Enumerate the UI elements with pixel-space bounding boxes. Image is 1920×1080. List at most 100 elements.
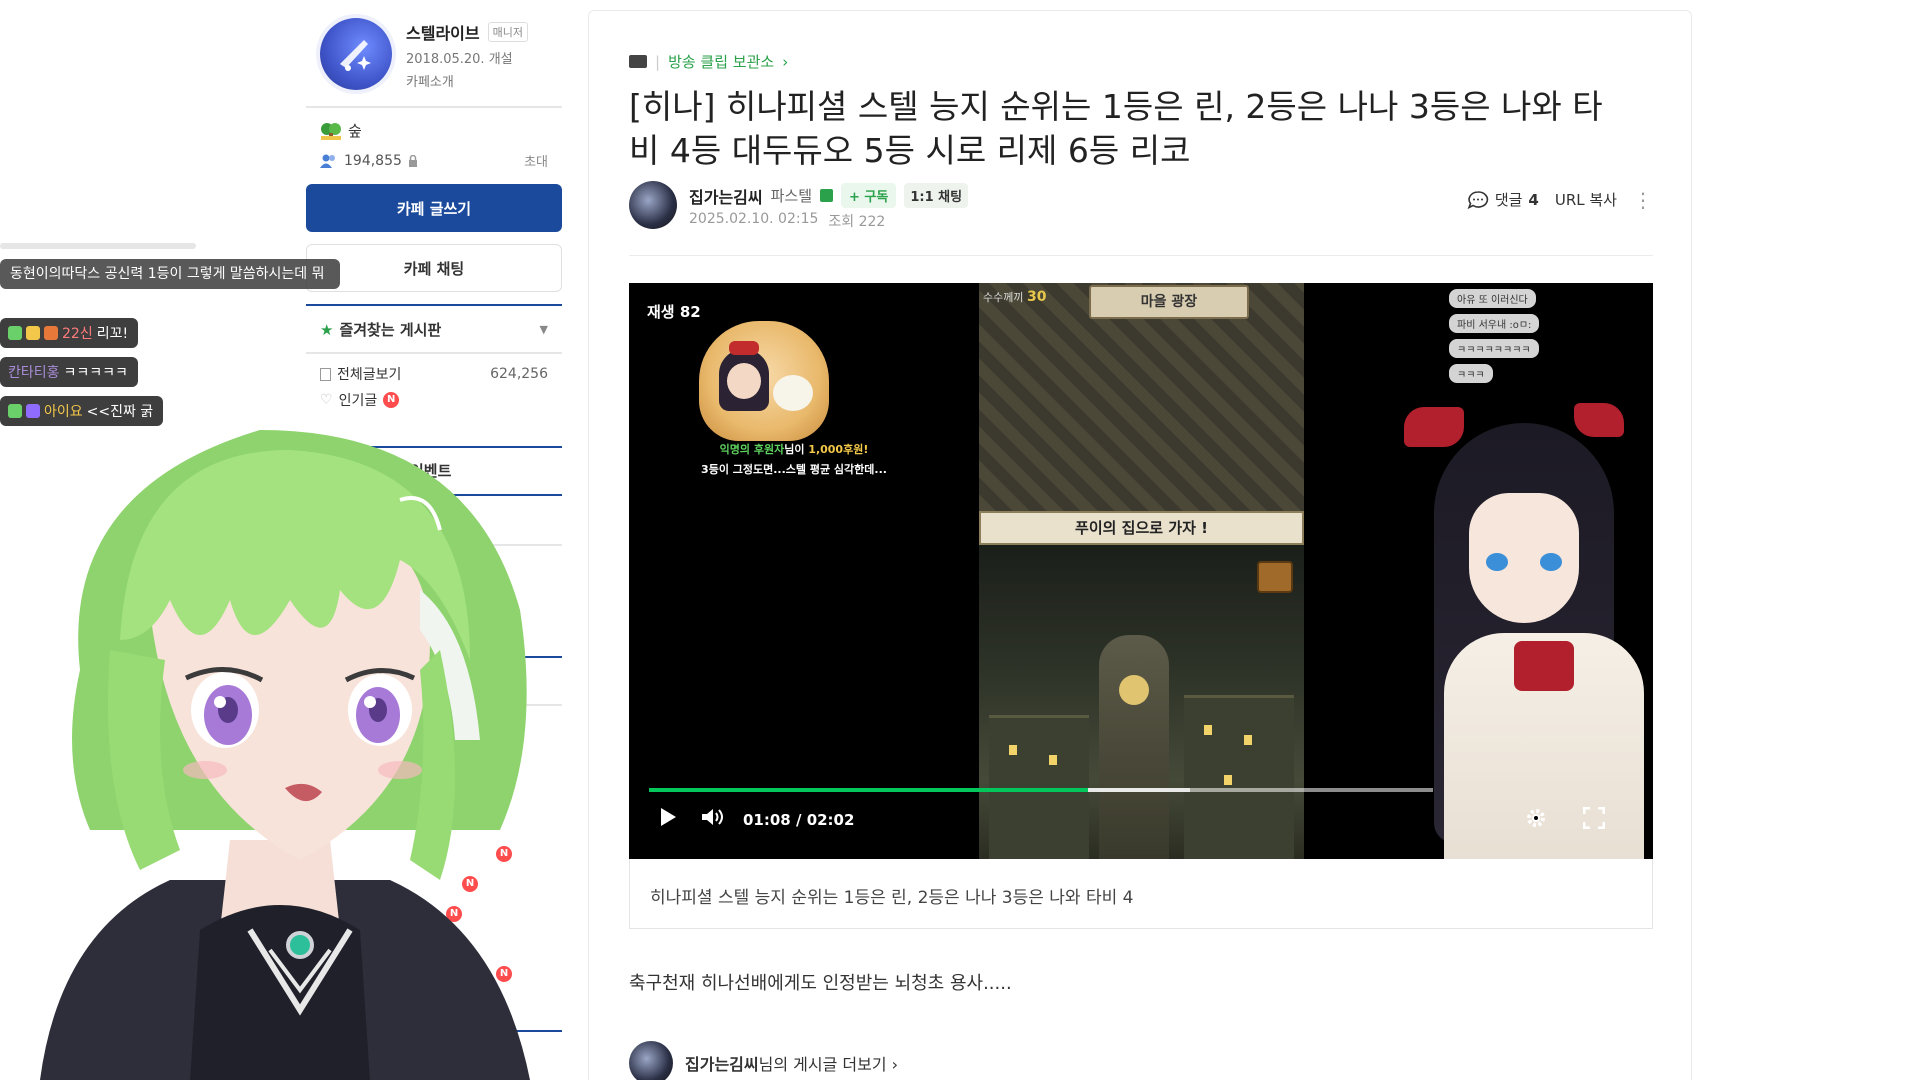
post-body: 축구천재 히나선배에게도 인정받는 뇌청초 용사..... — [629, 973, 1012, 994]
cafe-logo[interactable] — [320, 18, 392, 90]
donor-name: 익명의 후원자 — [719, 443, 785, 456]
author-name: 집가는김씨 — [685, 1055, 759, 1074]
video-caption: 히나피셜 스텔 능지 순위는 1등은 린, 2등은 나나 3등은 나와 타비 4 — [629, 859, 1653, 929]
overlay-chat-message: 아이요 <<진짜 굵 — [0, 396, 164, 426]
member-count[interactable]: 194,855 — [344, 153, 402, 169]
cafe-chat-button[interactable]: 카페 채팅 — [306, 244, 562, 292]
post-title: [히나] 히나피셜 스텔 능지 순위는 1등은 린, 2등은 나나 3등은 나와… — [629, 87, 1603, 170]
donation-amount: 1,000후원! — [808, 443, 869, 456]
chevron-right-icon: › — [782, 52, 789, 71]
board-icon — [629, 55, 647, 68]
cafe-level: 숲 — [306, 120, 562, 141]
new-badge: N — [496, 966, 512, 982]
duration: 02:02 — [806, 811, 855, 829]
section-divider — [306, 1030, 562, 1032]
chat-bubble: 아유 또 이러신다 — [1449, 289, 1536, 308]
overlay-chat-message: 칸타티홍 ㅋㅋㅋㅋㅋ — [0, 357, 138, 387]
star-icon: ★ — [320, 320, 334, 339]
progress-fill — [649, 788, 1089, 792]
author-name[interactable]: 집가는김씨 — [689, 184, 763, 208]
game-location: 마을 광장 — [1089, 285, 1249, 319]
new-badge: N — [446, 906, 462, 922]
tree-icon — [321, 122, 341, 140]
game-screen: 수수께끼 30 마을 광장 푸이의 집으로 가자 ! — [979, 283, 1304, 859]
gift-icon — [44, 326, 58, 340]
url-copy-button[interactable]: URL 복사 — [1555, 189, 1617, 210]
favorite-boards-toggle[interactable]: ★ 즐겨찾는 게시판 ▼ — [306, 304, 562, 354]
author-grade: 파스텔 — [770, 187, 813, 205]
author-row: 집가는김씨 파스텔 + 구독 1:1 채팅 2025.02.10. 02:15 … — [629, 181, 1653, 233]
heart-icon: ♡ — [320, 392, 333, 408]
section-divider — [306, 704, 562, 706]
post-date: 2025.02.10. 02:15 — [689, 211, 819, 227]
game-coins: 수수께끼 30 — [983, 289, 1047, 305]
chat-scroll-indicator — [0, 243, 196, 249]
cafe-name[interactable]: 스텔라이브 — [406, 20, 480, 44]
chest-icon — [1257, 561, 1293, 593]
more-posts-label: 님의 게시글 더보기 — [758, 1055, 887, 1074]
sidebar-item-all-posts[interactable]: 전체글보기 624,256 — [306, 354, 562, 384]
dm-chat-button[interactable]: 1:1 채팅 — [904, 183, 969, 208]
new-badge: N — [383, 392, 400, 408]
subscribe-button[interactable]: + 구독 — [841, 183, 897, 208]
heart-icon — [26, 404, 40, 418]
comments-link[interactable]: 댓글 4 — [1467, 189, 1539, 210]
section-divider — [306, 544, 562, 546]
volume-icon[interactable] — [701, 807, 725, 827]
author-avatar[interactable] — [629, 1041, 673, 1080]
author-more-posts[interactable]: 집가는김씨님의 게시글 더보기 › — [629, 1041, 898, 1080]
article-panel: | 방송 클립 보관소 › [히나] 히나피셜 스텔 능지 순위는 1등은 린,… — [588, 10, 1692, 1080]
chat-bubble: ㅋㅋㅋ — [1449, 364, 1493, 383]
settings-gear-icon[interactable] — [1525, 807, 1547, 829]
post-views: 조회 222 — [828, 214, 886, 230]
comment-icon — [1467, 190, 1488, 209]
cafe-members: 194,855 초대 — [306, 141, 562, 170]
divider — [629, 255, 1653, 256]
sidebar-item-event[interactable]: 이벤트 — [410, 460, 451, 481]
cafe-intro-link[interactable]: 카페소개 — [406, 71, 528, 90]
all-posts-count: 624,256 — [490, 366, 548, 382]
cafe-sidebar: 스텔라이브 매니저 2018.05.20. 개설 카페소개 숲 194,855 초… — [306, 0, 562, 1080]
badge-icon — [8, 404, 22, 418]
donation-title: 재생 82 — [647, 303, 701, 321]
sidebar-item-popular[interactable]: ♡ 인기글 N — [306, 384, 562, 410]
document-icon — [320, 367, 331, 381]
manager-badge: 매니저 — [487, 22, 528, 42]
new-badge: N — [462, 876, 478, 892]
donation-line-1: 익명의 후원자님이 1,000후원! — [719, 443, 869, 456]
cafe-write-button[interactable]: 카페 글쓰기 — [306, 184, 562, 232]
badge-icon — [26, 326, 40, 340]
popular-label: 인기글 — [338, 393, 378, 409]
board-name[interactable]: 방송 클립 보관소 — [668, 51, 774, 72]
section-divider — [306, 656, 562, 658]
play-icon[interactable] — [659, 807, 677, 827]
chevron-down-icon: ▼ — [539, 322, 548, 336]
overlay-chat-message: 22신 리꼬! — [0, 318, 139, 348]
members-icon — [320, 154, 335, 168]
section-divider — [306, 494, 562, 496]
cafe-info: 스텔라이브 매니저 2018.05.20. 개설 카페소개 — [306, 0, 562, 108]
new-badge: N — [496, 846, 512, 862]
video-progress-bar[interactable] — [649, 788, 1433, 792]
video-time: 01:08 / 02:02 — [743, 811, 855, 829]
board-breadcrumb[interactable]: | 방송 클립 보관소 › — [629, 51, 788, 72]
current-time: 01:08 — [743, 811, 791, 829]
screen: 스텔라이브 매니저 2018.05.20. 개설 카페소개 숲 194,855 초… — [0, 0, 1920, 1080]
comments-label: 댓글 — [1494, 191, 1523, 209]
cafe-founded-date: 2018.05.20. 개설 — [406, 52, 513, 67]
invite-link[interactable]: 초대 — [524, 151, 548, 170]
chevron-right-icon: › — [891, 1055, 899, 1074]
new-badge: N — [484, 814, 500, 830]
grade-icon — [820, 189, 834, 202]
fullscreen-icon[interactable] — [1583, 807, 1605, 829]
favorite-boards-label: 즐겨찾는 게시판 — [339, 320, 442, 339]
all-posts-label: 전체글보기 — [337, 367, 402, 383]
cafe-level-label: 숲 — [348, 122, 362, 140]
stream-chat-overlay: 아유 또 이러신다 파비 서우내 :oㅁ: ㅋㅋㅋㅋㅋㅋㅋㅋ ㅋㅋㅋ — [1449, 283, 1540, 383]
donation-art — [699, 321, 829, 441]
video-player[interactable]: 재생 82 익명의 후원자님이 1,000후원! 3등이 그정도면...스텔 평… — [629, 283, 1653, 859]
author-avatar[interactable] — [629, 181, 677, 229]
chat-bubble: 파비 서우내 :oㅁ: — [1449, 314, 1540, 333]
badge-icon — [8, 326, 22, 340]
more-options-icon[interactable]: ⋮ — [1633, 190, 1653, 210]
